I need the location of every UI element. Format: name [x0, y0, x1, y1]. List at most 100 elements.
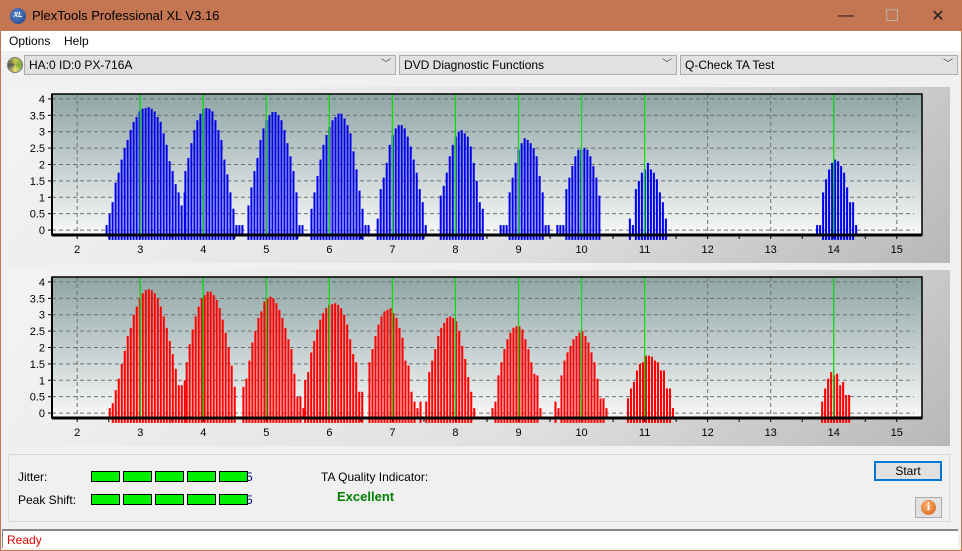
menu-help[interactable]: Help: [64, 34, 89, 48]
histogram-bar: [385, 162, 388, 240]
x-tick-label: 8: [452, 427, 458, 439]
histogram-bar: [383, 311, 386, 423]
histogram-bar: [529, 143, 532, 240]
histogram-bar: [340, 113, 343, 240]
histogram-bar: [382, 177, 385, 240]
histogram-bar: [117, 378, 120, 423]
histogram-bar: [292, 171, 295, 240]
histogram-bar: [156, 116, 159, 240]
ta-quality-label: TA Quality Indicator:: [321, 470, 429, 484]
histogram-bar: [828, 169, 831, 240]
histogram-bar: [313, 192, 316, 240]
histogram-bar: [117, 172, 120, 240]
histogram-bar: [523, 138, 526, 240]
histogram-bar: [596, 378, 599, 423]
histogram-bar: [664, 218, 667, 240]
minimize-button[interactable]: —: [823, 0, 869, 31]
histogram-bar: [452, 317, 455, 423]
histogram-bar: [526, 139, 529, 240]
chevron-down-icon: ﹀: [381, 59, 391, 70]
lands-chart-panel: 0 0.5 1 1.5 2 2.5 3 3.5 4 2 3 4 5 6 7 8 9 10 11 12 13 14 15: [8, 87, 950, 263]
x-tick-label: 4: [200, 427, 206, 439]
histogram-bar: [386, 309, 389, 423]
histogram-bar: [508, 192, 511, 240]
histogram-bar: [254, 331, 257, 423]
histogram-bar: [590, 352, 593, 423]
histogram-bar: [206, 291, 209, 423]
jitter-meter: [91, 471, 248, 482]
histogram-bar: [440, 327, 443, 423]
histogram-bar: [514, 162, 517, 240]
histogram-bar: [538, 175, 541, 240]
histogram-bar: [114, 182, 117, 240]
histogram-bar: [129, 130, 132, 240]
histogram-bar: [259, 139, 262, 240]
histogram-bar: [855, 225, 858, 235]
histogram-bar: [846, 187, 849, 240]
function-select[interactable]: DVD Diagnostic Functions ﹀: [399, 55, 677, 75]
histogram-bar: [141, 108, 144, 240]
x-tick-label: 10: [575, 244, 587, 256]
histogram-bar: [458, 331, 461, 423]
histogram-bar: [443, 322, 446, 423]
drive-select[interactable]: HA:0 ID:0 PX-716A ﹀: [24, 55, 396, 75]
window-title: PlexTools Professional XL V3.16: [32, 8, 220, 23]
histogram-bar: [223, 159, 226, 240]
histogram-bar: [367, 225, 370, 235]
close-button[interactable]: ✕: [915, 0, 961, 31]
histogram-bar: [473, 408, 476, 418]
meter-segment: [123, 471, 152, 482]
histogram-bar: [302, 408, 305, 418]
histogram-bar: [413, 401, 416, 423]
histogram-bar: [374, 336, 377, 423]
histogram-bar: [322, 144, 325, 240]
histogram-bar: [593, 362, 596, 423]
histogram-bar: [380, 316, 383, 423]
histogram-bar: [469, 146, 472, 240]
y-tick-label: 4: [39, 94, 45, 106]
histogram-bar: [171, 354, 174, 423]
histogram-bar: [506, 339, 509, 423]
histogram-bar: [403, 128, 406, 240]
histogram-bar: [463, 133, 466, 240]
info-button[interactable]: i: [915, 497, 942, 518]
maximize-button[interactable]: ☐: [869, 0, 915, 31]
x-tick-label: 9: [515, 244, 521, 256]
histogram-bar: [174, 368, 177, 423]
x-tick-label: 12: [702, 244, 714, 256]
status-text: Ready: [7, 533, 42, 547]
histogram-bar: [825, 179, 828, 240]
histogram-bar: [325, 308, 328, 423]
histogram-bar: [569, 345, 572, 423]
meter-segment: [123, 494, 152, 505]
histogram-bar: [532, 148, 535, 240]
histogram-bar: [235, 225, 238, 235]
menu-options[interactable]: Options: [9, 34, 50, 48]
x-tick-label: 4: [200, 244, 206, 256]
histogram-bar: [583, 148, 586, 240]
histogram-bar: [262, 128, 265, 240]
results-panel: [8, 454, 950, 522]
start-button[interactable]: Start: [874, 461, 942, 481]
histogram-bar: [269, 296, 272, 423]
histogram-bar: [153, 293, 156, 423]
x-tick-label: 14: [828, 244, 840, 256]
histogram-bar: [524, 339, 527, 423]
histogram-bar: [638, 363, 642, 423]
histogram-bar: [595, 177, 598, 240]
histogram-bar: [316, 329, 319, 423]
jitter-value: 5: [246, 470, 253, 484]
y-tick-label: 0.5: [30, 392, 45, 404]
histogram-bar: [184, 171, 187, 240]
y-tick-label: 0.5: [30, 209, 45, 221]
chevron-down-icon: ﹀: [662, 59, 672, 70]
histogram-bar: [241, 225, 244, 235]
test-select[interactable]: Q-Check TA Test ﹀: [680, 55, 958, 75]
histogram-bar: [355, 362, 358, 423]
histogram-bar: [428, 372, 431, 423]
x-tick-label: 3: [137, 244, 143, 256]
histogram-bar: [379, 189, 382, 240]
histogram-bar: [589, 156, 592, 240]
y-tick-label: 1: [39, 192, 45, 204]
histogram-bar: [218, 308, 221, 423]
